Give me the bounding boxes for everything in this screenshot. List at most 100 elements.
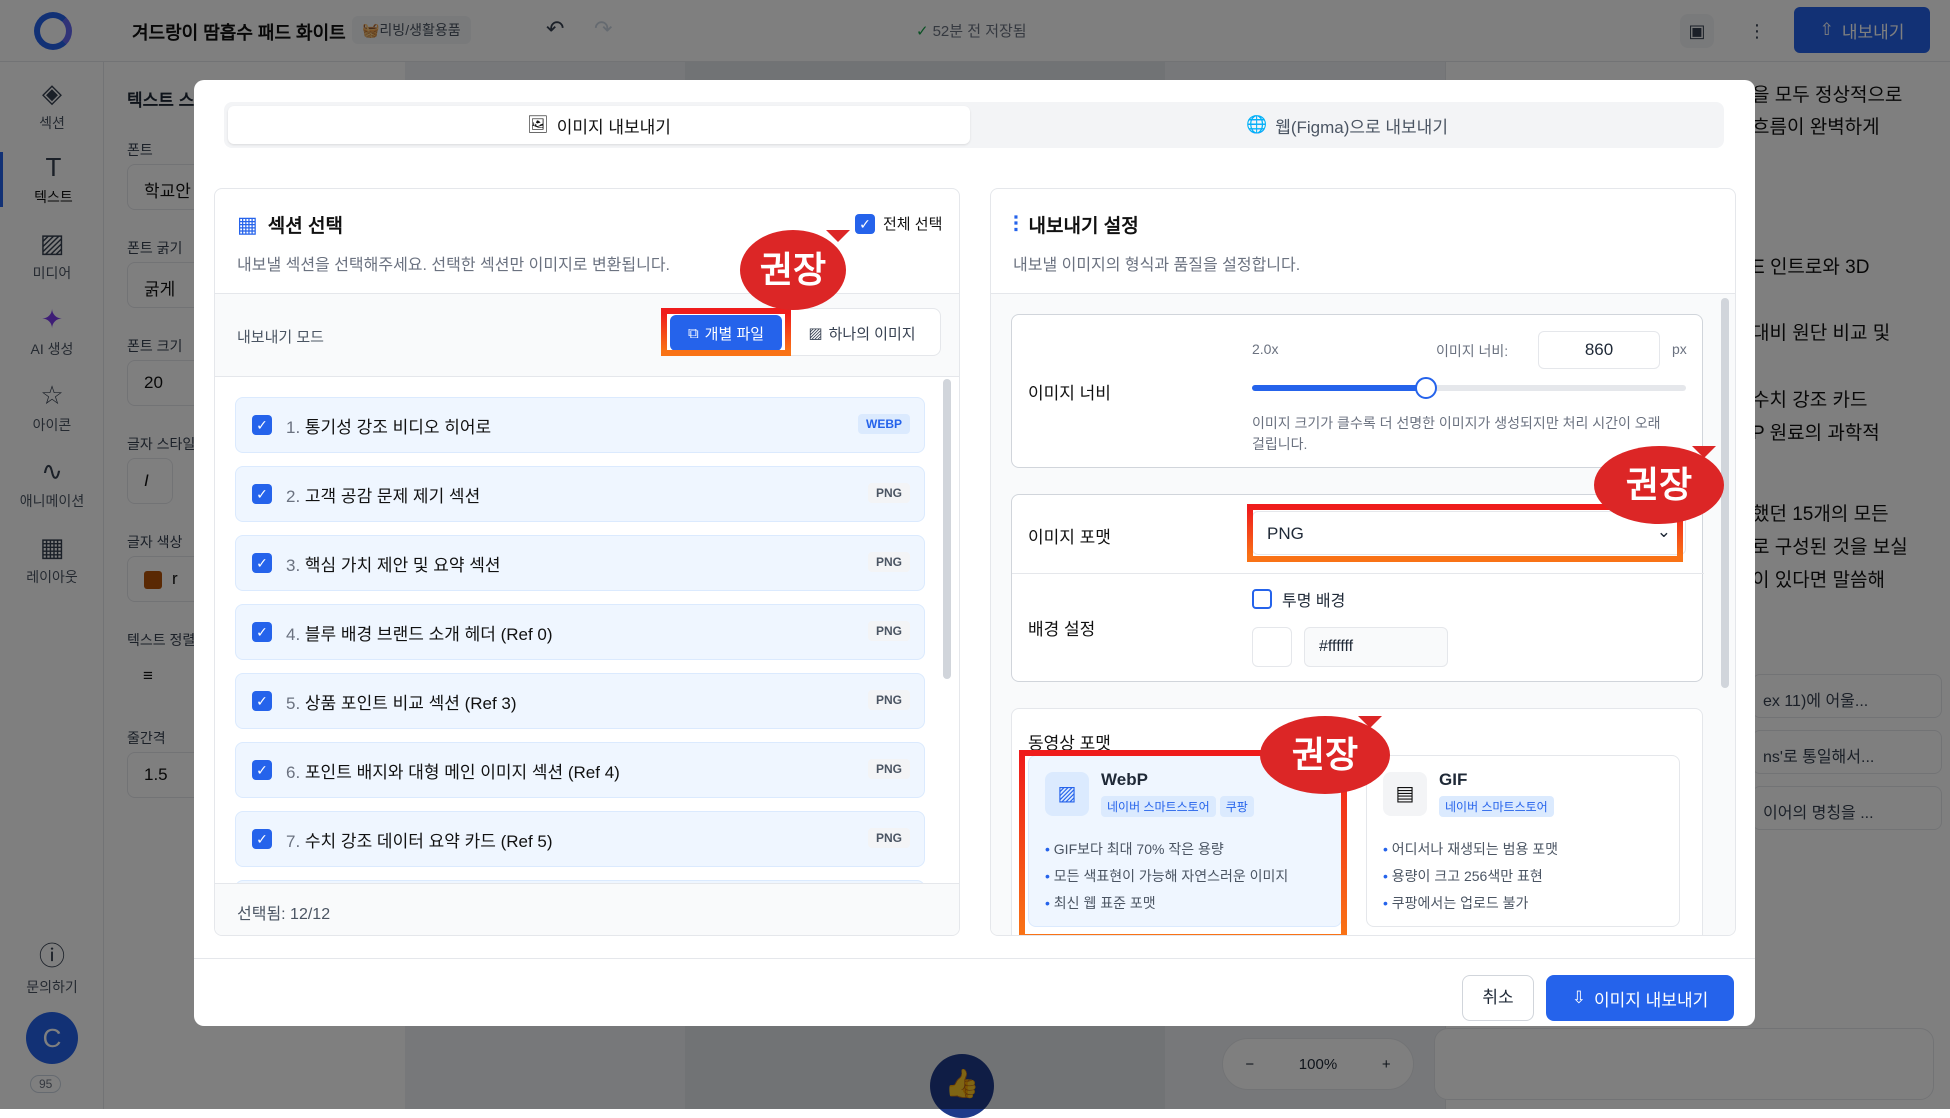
export-mode-label: 내보내기 모드 bbox=[237, 329, 324, 346]
section-row[interactable]: ✓ 4. 블루 배경 브랜드 소개 헤더 (Ref 0) PNG bbox=[235, 604, 925, 660]
tab-label: 웹(Figma)으로 내보내기 bbox=[1275, 117, 1448, 137]
transparent-label: 투명 배경 bbox=[1282, 593, 1346, 610]
download-icon: ⇩ bbox=[1571, 988, 1587, 1007]
section-row[interactable]: ✓ 5. 상품 포인트 비교 섹션 (Ref 3) PNG bbox=[235, 673, 925, 729]
scale-label: 2.0x bbox=[1252, 341, 1279, 357]
bg-color-input[interactable]: #ffffff bbox=[1304, 627, 1448, 667]
settings-subtitle: 내보낼 이미지의 형식과 품질을 설정합니다. bbox=[1013, 257, 1301, 274]
gif-tags: 네이버 스마트스토어 bbox=[1439, 796, 1558, 817]
globe-icon: 🌐 bbox=[1246, 115, 1268, 134]
width-help: 이미지 크기가 클수록 더 선명한 이미지가 생성되지만 처리 시간이 오래걸립… bbox=[1252, 413, 1661, 455]
section-name: 6. 포인트 배지와 대형 메인 이미지 섹션 (Ref 4) bbox=[286, 758, 620, 783]
bullet: 어디서나 재생되는 범용 포맷 bbox=[1383, 836, 1558, 863]
grid-icon: ▦ bbox=[237, 211, 258, 237]
select-all-checkbox[interactable]: ✓ 전체 선택 bbox=[855, 213, 942, 234]
cancel-button[interactable]: 취소 bbox=[1462, 975, 1534, 1021]
section-select-title: ▦ 섹션 선택 bbox=[237, 211, 343, 238]
section-title: 통기성 강조 비디오 히어로 bbox=[304, 417, 492, 437]
section-num: 5. bbox=[286, 693, 301, 713]
check-icon: ✓ bbox=[855, 213, 875, 234]
transparent-checkbox[interactable]: 투명 배경 bbox=[1252, 587, 1345, 611]
section-name: 3. 핵심 가치 제안 및 요약 섹션 bbox=[286, 551, 501, 576]
width-input[interactable]: 860 bbox=[1538, 331, 1660, 369]
tag: 네이버 스마트스토어 bbox=[1439, 796, 1554, 817]
width-input-label: 이미지 너비: bbox=[1436, 343, 1509, 359]
select-all-label: 전체 선택 bbox=[883, 216, 943, 233]
settings-scroll-area: 이미지 너비 2.0x 이미지 너비: 860 px 이미지 크기가 클수록 더… bbox=[991, 293, 1735, 935]
selected-count: 선택됨: 12/12 bbox=[215, 883, 959, 935]
settings-title: ⫶ 내보내기 설정 bbox=[1013, 211, 1139, 238]
check-icon[interactable]: ✓ bbox=[252, 691, 272, 711]
checkbox-box bbox=[1252, 589, 1272, 609]
section-name: 5. 상품 포인트 비교 섹션 (Ref 3) bbox=[286, 689, 517, 714]
film-icon: ▤ bbox=[1383, 772, 1427, 816]
section-num: 2. bbox=[286, 486, 301, 506]
export-settings-card: ⫶ 내보내기 설정 내보낼 이미지의 형식과 품질을 설정합니다. 이미지 너비 … bbox=[990, 188, 1736, 936]
section-num: 3. bbox=[286, 555, 301, 575]
export-images-label: 이미지 내보내기 bbox=[1594, 990, 1709, 1010]
section-name: 7. 수치 강조 데이터 요약 카드 (Ref 5) bbox=[286, 827, 553, 852]
slider-thumb[interactable] bbox=[1414, 377, 1437, 399]
recommend-highlight bbox=[661, 308, 791, 356]
mode-single-button[interactable]: ▨ 하나의 이미지 bbox=[792, 315, 932, 351]
section-row[interactable]: ✓ 2. 고객 공감 문제 제기 섹션 PNG bbox=[235, 466, 925, 522]
section-select-card: ▦ 섹션 선택 내보낼 섹션을 선택해주세요. 선택한 섹션만 이미지로 변환됩니… bbox=[214, 188, 960, 936]
section-num: 7. bbox=[286, 831, 301, 851]
slider-fill bbox=[1252, 385, 1426, 391]
width-slider[interactable] bbox=[1252, 377, 1686, 399]
section-title: 수치 강조 데이터 요약 카드 (Ref 5) bbox=[304, 831, 553, 851]
section-title: 상품 포인트 비교 섹션 (Ref 3) bbox=[304, 693, 517, 713]
tab-web-export[interactable]: 🌐 웹(Figma)으로 내보내기 bbox=[974, 106, 1720, 144]
format-label: 이미지 포맷 bbox=[1028, 528, 1111, 547]
modal-footer: 취소 ⇩ 이미지 내보내기 bbox=[194, 958, 1755, 1026]
section-title: 핵심 가치 제안 및 요약 섹션 bbox=[304, 555, 501, 575]
export-tabs: 🖼 이미지 내보내기 🌐 웹(Figma)으로 내보내기 bbox=[224, 102, 1724, 148]
check-icon[interactable]: ✓ bbox=[252, 622, 272, 642]
section-name: 1. 통기성 강조 비디오 히어로 bbox=[286, 413, 491, 438]
section-name: 4. 블루 배경 브랜드 소개 헤더 (Ref 0) bbox=[286, 620, 553, 645]
section-select-title-text: 섹션 선택 bbox=[267, 216, 343, 237]
image-file-icon: 🖼 bbox=[527, 115, 549, 134]
recommend-bubble: 권장 bbox=[1260, 716, 1390, 794]
tab-image-export[interactable]: 🖼 이미지 내보내기 bbox=[228, 106, 970, 144]
width-help-line: 이미지 크기가 클수록 더 선명한 이미지가 생성되지만 처리 시간이 오래 bbox=[1252, 415, 1661, 431]
export-images-button[interactable]: ⇩ 이미지 내보내기 bbox=[1546, 975, 1734, 1021]
bg-color-swatch[interactable] bbox=[1252, 627, 1292, 667]
bullet: 용량이 크고 256색만 표현 bbox=[1383, 863, 1558, 890]
export-mode-bar: 내보내기 모드 ⧉ 개별 파일 ▨ 하나의 이미지 bbox=[215, 293, 959, 377]
image-icon: ▨ bbox=[808, 325, 823, 342]
bg-label: 배경 설정 bbox=[1028, 620, 1096, 639]
section-num: 4. bbox=[286, 624, 301, 644]
unit-label: px bbox=[1672, 341, 1687, 357]
section-row[interactable]: ✓ 3. 핵심 가치 제안 및 요약 섹션 PNG bbox=[235, 535, 925, 591]
divider bbox=[1012, 573, 1704, 574]
check-icon[interactable]: ✓ bbox=[252, 553, 272, 573]
tab-label: 이미지 내보내기 bbox=[556, 117, 671, 137]
check-icon[interactable]: ✓ bbox=[252, 760, 272, 780]
format-badge: PNG bbox=[867, 552, 910, 572]
format-badge: WEBP bbox=[858, 414, 910, 434]
video-format-gif[interactable]: ▤ GIF 네이버 스마트스토어 어디서나 재생되는 범용 포맷용량이 크고 2… bbox=[1366, 755, 1680, 927]
section-title: 블루 배경 브랜드 소개 헤더 (Ref 0) bbox=[304, 624, 553, 644]
format-badge: PNG bbox=[867, 621, 910, 641]
list-scrollbar[interactable] bbox=[943, 379, 951, 679]
section-num: 6. bbox=[286, 762, 301, 782]
gif-name: GIF bbox=[1439, 770, 1468, 789]
recommend-bubble: 권장 bbox=[740, 230, 851, 310]
export-modal: 🖼 이미지 내보내기 🌐 웹(Figma)으로 내보내기 ▦ 섹션 선택 내보낼 섹션… bbox=[194, 80, 1755, 1026]
section-row[interactable]: ✓ 1. 통기성 강조 비디오 히어로 WEBP bbox=[235, 397, 925, 453]
section-row[interactable]: ✓ 7. 수치 강조 데이터 요약 카드 (Ref 5) PNG bbox=[235, 811, 925, 867]
format-badge: PNG bbox=[867, 828, 910, 848]
section-row[interactable]: ✓ 6. 포인트 배지와 대형 메인 이미지 섹션 (Ref 4) PNG bbox=[235, 742, 925, 798]
width-help-line: 걸립니다. bbox=[1252, 436, 1308, 452]
check-icon[interactable]: ✓ bbox=[252, 829, 272, 849]
gif-bullets: 어디서나 재생되는 범용 포맷용량이 크고 256색만 표현쿠팡에서는 업로드 … bbox=[1383, 836, 1558, 917]
section-title: 포인트 배지와 대형 메인 이미지 섹션 (Ref 4) bbox=[304, 762, 620, 782]
settings-title-text: 내보내기 설정 bbox=[1028, 216, 1139, 237]
check-icon[interactable]: ✓ bbox=[252, 415, 272, 435]
width-setting: 이미지 너비 2.0x 이미지 너비: 860 px 이미지 크기가 클수록 더… bbox=[1011, 314, 1703, 468]
format-badge: PNG bbox=[867, 483, 910, 503]
format-badge: PNG bbox=[867, 759, 910, 779]
check-icon[interactable]: ✓ bbox=[252, 484, 272, 504]
section-list: ✓ 1. 통기성 강조 비디오 히어로 WEBP ✓ 2. 고객 공감 문제 제기 섹… bbox=[215, 377, 959, 883]
